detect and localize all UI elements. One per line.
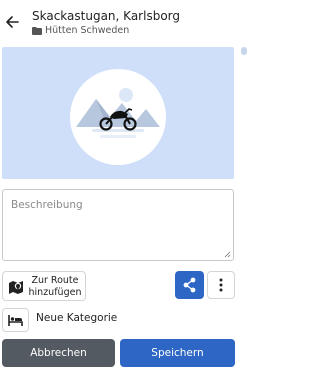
folder-icon xyxy=(32,26,42,35)
page-subtitle: Hütten Schweden xyxy=(32,25,129,36)
add-to-route-label: Zur Route hinzufügen xyxy=(28,275,82,298)
header: Skackastugan, Karlsborg Hütten Schweden xyxy=(0,0,249,44)
page-title: Skackastugan, Karlsborg xyxy=(32,9,180,23)
resize-handle-icon[interactable] xyxy=(224,251,231,258)
map-pin-icon xyxy=(9,281,23,294)
save-button[interactable]: Speichern xyxy=(120,339,235,367)
add-to-route-button[interactable]: Zur Route hinzufügen xyxy=(2,271,86,301)
motorcycle-mountain-icon xyxy=(76,88,160,138)
category-label: Neue Kategorie xyxy=(36,312,118,324)
share-icon xyxy=(183,277,196,293)
arrow-left-icon[interactable] xyxy=(5,14,19,30)
cancel-button[interactable]: Abbrechen xyxy=(2,339,115,367)
share-button[interactable] xyxy=(175,271,204,299)
scrollbar-thumb[interactable] xyxy=(241,47,247,55)
more-options-button[interactable] xyxy=(207,271,235,299)
placeholder-circle xyxy=(70,69,166,165)
description-placeholder: Beschreibung xyxy=(11,199,83,211)
category-button[interactable] xyxy=(2,308,29,332)
bed-icon xyxy=(8,315,23,326)
category-name: Hütten Schweden xyxy=(45,25,130,36)
more-vertical-icon xyxy=(219,278,223,292)
scrollbar[interactable] xyxy=(238,46,248,371)
description-textarea[interactable]: Beschreibung xyxy=(2,189,234,261)
